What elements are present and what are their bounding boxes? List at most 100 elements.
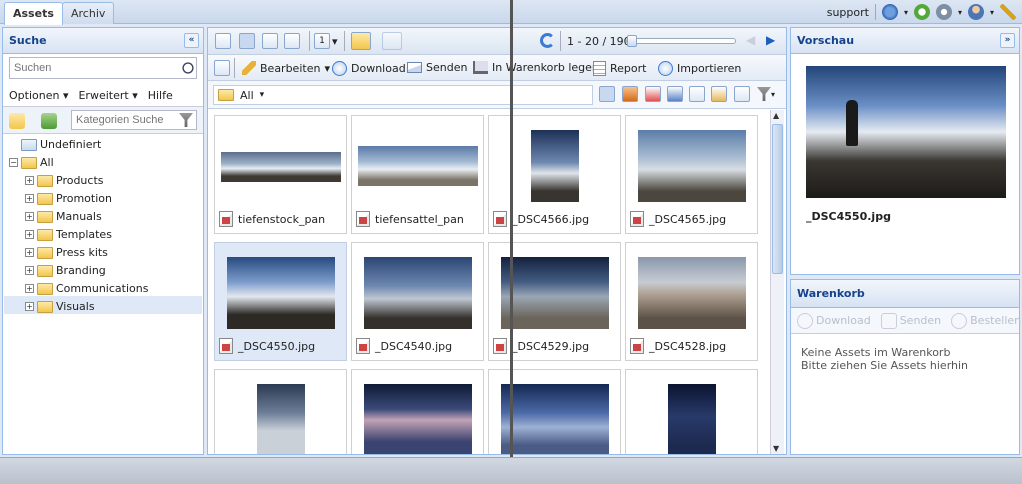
user-icon[interactable] — [967, 4, 984, 20]
panel-title: Suche — [9, 34, 47, 47]
list-view-icon[interactable] — [215, 33, 231, 49]
asset-tile-selected[interactable]: _DSC4550.jpg — [214, 242, 347, 361]
tree-undefined[interactable]: Undefiniert — [21, 136, 101, 153]
chevron-down-icon: ▾ — [989, 7, 994, 17]
word-filter-icon[interactable] — [667, 86, 683, 102]
pdf-filter-icon[interactable] — [645, 86, 661, 102]
tile-view-icon[interactable] — [284, 33, 300, 49]
help-icon[interactable] — [881, 4, 898, 20]
thumbnail-image — [530, 130, 579, 202]
expand-toggle-icon[interactable]: + — [25, 266, 34, 275]
divider — [234, 58, 235, 78]
tab-assets[interactable]: Assets — [4, 2, 63, 25]
thumbnail-image — [637, 130, 746, 202]
collapse-right-icon[interactable]: » — [1000, 33, 1015, 48]
asset-tile[interactable] — [351, 369, 484, 454]
tree-item-communications[interactable]: + Communications — [25, 280, 148, 297]
tree-item-promotion[interactable]: + Promotion — [25, 190, 112, 207]
tree-item-templates[interactable]: + Templates — [25, 226, 112, 243]
prev-page-icon[interactable]: ◀ — [746, 33, 755, 47]
folder-open-icon[interactable] — [9, 113, 25, 129]
page-size-select[interactable]: 1 ▾ — [314, 33, 338, 49]
folder-filter-select[interactable]: All ▾ — [213, 85, 593, 105]
image-file-icon — [493, 338, 507, 354]
asset-tile[interactable]: _DSC4566.jpg — [488, 115, 621, 234]
asset-filename: _DSC4565.jpg — [649, 212, 727, 226]
select-all-icon[interactable] — [214, 60, 230, 76]
report-button[interactable]: Report — [593, 61, 646, 76]
refresh-icon[interactable] — [913, 4, 930, 20]
search-icon[interactable] — [182, 62, 194, 74]
tree-item-manuals[interactable]: + Manuals — [25, 208, 102, 225]
import-button[interactable]: Importieren — [658, 61, 741, 76]
expand-toggle-icon[interactable]: + — [25, 176, 34, 185]
refresh-icon[interactable] — [540, 33, 555, 48]
chevron-down-icon: ▾ — [903, 7, 908, 17]
asset-filename: _DSC4550.jpg — [238, 339, 316, 353]
page-slider[interactable] — [626, 35, 736, 47]
asset-tile[interactable]: _DSC4529.jpg — [488, 242, 621, 361]
collapse-left-icon[interactable]: « — [184, 33, 199, 48]
tree-item-visuals[interactable]: + Visuals — [25, 298, 95, 315]
edit-button[interactable]: Bearbeiten ▾ — [242, 61, 330, 75]
slider-thumb[interactable] — [627, 35, 637, 47]
asset-filename: _DSC4540.jpg — [375, 339, 453, 353]
image-view-icon[interactable] — [382, 32, 402, 50]
document-filter-icon[interactable] — [734, 86, 750, 102]
asset-tile[interactable] — [214, 369, 347, 454]
scroll-down-icon[interactable]: ▼ — [773, 444, 779, 453]
options-menu[interactable]: Optionen ▾ — [9, 89, 68, 102]
cart-download-button[interactable]: Download — [797, 312, 871, 329]
key-icon[interactable] — [1000, 4, 1016, 20]
grid-view-icon[interactable] — [239, 33, 255, 49]
expand-toggle-icon[interactable]: + — [25, 194, 34, 203]
cart-send-button[interactable]: Senden — [880, 312, 941, 329]
tree-item-branding[interactable]: + Branding — [25, 262, 106, 279]
download-icon — [332, 61, 347, 76]
gear-icon[interactable] — [935, 4, 952, 20]
report-label: Report — [610, 62, 647, 75]
archive-filter-icon[interactable] — [689, 86, 705, 102]
add-category-icon[interactable] — [41, 113, 57, 129]
cart-panel: Warenkorb Download Senden Bestellen » Ke… — [790, 279, 1021, 455]
asset-tile[interactable] — [625, 369, 758, 454]
filter-menu[interactable]: ▾ — [757, 87, 775, 101]
tree-item-products[interactable]: + Products — [25, 172, 104, 189]
add-to-cart-button[interactable]: In Warenkorb legen — [473, 61, 599, 74]
download-button[interactable]: Download — [332, 61, 406, 76]
tree-item-press-kits[interactable]: + Press kits — [25, 244, 108, 261]
image-file-icon — [356, 338, 370, 354]
expand-toggle-icon[interactable]: + — [25, 284, 34, 293]
expand-toggle-icon[interactable]: + — [25, 230, 34, 239]
expand-toggle-icon[interactable]: + — [25, 248, 34, 257]
tree-all[interactable]: − All — [9, 154, 54, 171]
send-button[interactable]: Senden — [407, 61, 467, 74]
grid-scrollbar[interactable]: ▲ ▼ — [770, 110, 784, 454]
cart-order-button[interactable]: Bestellen — [951, 312, 1021, 329]
asset-tile[interactable]: tiefensattel_pan — [351, 115, 484, 234]
large-grid-view-icon[interactable] — [262, 33, 278, 49]
folder-view-icon[interactable] — [351, 32, 371, 50]
asset-tile[interactable] — [488, 369, 621, 454]
asset-tile[interactable]: _DSC4565.jpg — [625, 115, 758, 234]
help-link[interactable]: Hilfe — [148, 89, 173, 102]
asset-tile[interactable]: _DSC4528.jpg — [625, 242, 758, 361]
expand-toggle-icon[interactable]: + — [25, 212, 34, 221]
asset-tile[interactable]: _DSC4540.jpg — [351, 242, 484, 361]
tab-archive[interactable]: Archiv — [62, 2, 115, 24]
search-input[interactable] — [9, 57, 197, 79]
scrollbar-thumb[interactable] — [772, 124, 783, 274]
asset-tile[interactable]: tiefenstock_pan — [214, 115, 347, 234]
presentation-filter-icon[interactable] — [711, 86, 727, 102]
category-search-input[interactable] — [71, 110, 197, 130]
advanced-menu[interactable]: Erweitert ▾ — [78, 89, 137, 102]
next-page-icon[interactable]: ▶ — [766, 33, 775, 47]
collapse-toggle-icon[interactable]: − — [9, 158, 18, 167]
asset-filename: _DSC4528.jpg — [649, 339, 727, 353]
username[interactable]: support — [827, 6, 869, 19]
expand-toggle-icon[interactable]: + — [25, 302, 34, 311]
select-checkbox-icon[interactable] — [599, 86, 615, 102]
image-filter-icon[interactable] — [622, 86, 638, 102]
scroll-up-icon[interactable]: ▲ — [773, 111, 779, 120]
chevron-down-icon: ▾ — [259, 90, 265, 100]
